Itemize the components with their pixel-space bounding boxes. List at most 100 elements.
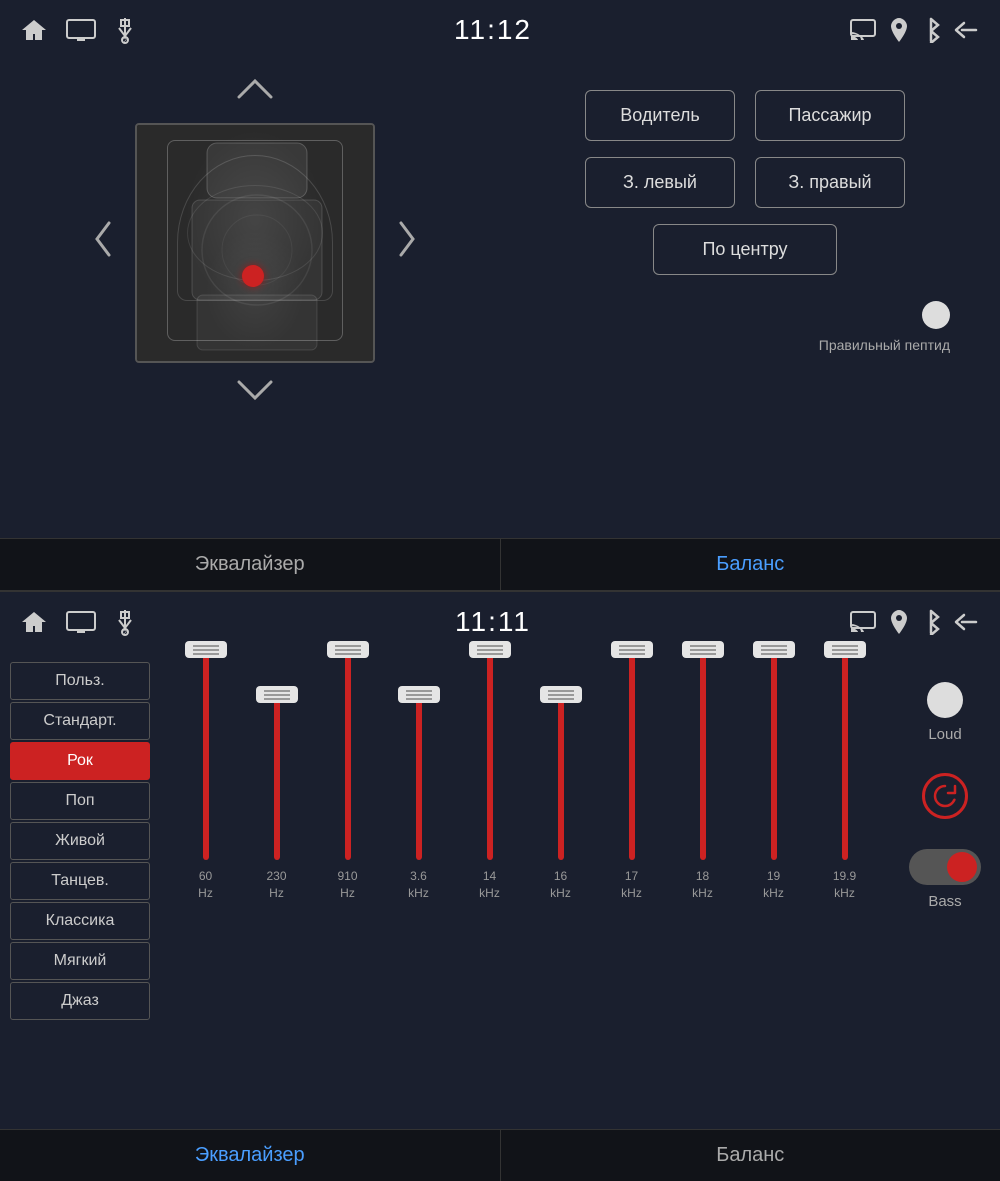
slider-knob-199khz[interactable] xyxy=(824,641,866,658)
driver-btn[interactable]: Водитель xyxy=(585,90,735,141)
tab-balance-bottom[interactable]: Баланс xyxy=(501,1130,1000,1181)
svg-text:2: 2 xyxy=(123,38,127,44)
loud-control: Loud xyxy=(927,682,963,743)
tab-balance-top[interactable]: Баланс xyxy=(501,539,1000,590)
svg-text:2: 2 xyxy=(123,630,127,636)
tab-balance-bottom-label: Баланс xyxy=(716,1144,784,1167)
preset-standard[interactable]: Стандарт. xyxy=(10,702,150,740)
slider-track-16khz[interactable] xyxy=(558,695,564,860)
freq-label-910hz: 910Hz xyxy=(337,868,357,902)
slider-knob-14khz[interactable] xyxy=(469,641,511,658)
reset-button[interactable] xyxy=(922,773,968,819)
seat-image-row xyxy=(81,123,429,363)
freq-label-18khz: 18kHz xyxy=(692,868,713,902)
slider-230hz: 230Hz xyxy=(249,695,305,902)
slider-knob-16khz[interactable] xyxy=(540,686,582,703)
slider-36khz: 3.6kHz xyxy=(391,695,447,902)
freq-label-19khz: 19kHz xyxy=(763,868,784,902)
bass-toggle[interactable] xyxy=(909,849,981,885)
usb-icon-2[interactable]: 2 xyxy=(114,608,136,636)
preset-dance[interactable]: Танцев. xyxy=(10,862,150,900)
slider-knob-17khz[interactable] xyxy=(611,641,653,658)
screen-icon-2[interactable] xyxy=(66,611,96,633)
back-icon-2[interactable] xyxy=(954,611,980,633)
seat-position-dot xyxy=(242,265,264,287)
freq-label-14khz: 14kHz xyxy=(479,868,500,902)
slider-knob-230hz[interactable] xyxy=(256,686,298,703)
bottom-status-left: 2 xyxy=(20,608,136,636)
rear-left-btn[interactable]: З. левый xyxy=(585,157,735,208)
eq-sliders: 60Hz 230Hz 910Hz xyxy=(160,662,890,1119)
sliders-wrapper: 60Hz 230Hz 910Hz xyxy=(170,662,880,902)
loud-toggle[interactable] xyxy=(927,682,963,718)
bottom-panel: 2 11:11 xyxy=(0,590,1000,1181)
center-btn[interactable]: По центру xyxy=(653,224,836,275)
slider-knob-60hz[interactable] xyxy=(185,641,227,658)
slider-knob-36khz[interactable] xyxy=(398,686,440,703)
chevron-up-btn[interactable] xyxy=(215,70,295,115)
slider-track-14khz[interactable] xyxy=(487,650,493,860)
top-panel: 2 11:12 xyxy=(0,0,1000,590)
arrow-left-btn[interactable] xyxy=(81,213,125,274)
back-icon[interactable] xyxy=(954,19,980,41)
top-main-content: Водитель Пассажир З. левый З. правый По … xyxy=(0,60,1000,426)
seat-controls: Водитель Пассажир З. левый З. правый По … xyxy=(520,70,970,416)
seat-image xyxy=(135,123,375,363)
loud-label: Loud xyxy=(928,726,961,743)
slider-track-199khz[interactable] xyxy=(842,650,848,860)
usb-icon[interactable]: 2 xyxy=(114,16,136,44)
bluetooth-icon[interactable] xyxy=(922,17,940,43)
freq-label-17khz: 17kHz xyxy=(621,868,642,902)
slider-910hz: 910Hz xyxy=(320,650,376,902)
home-icon[interactable] xyxy=(20,18,48,42)
slider-track-19khz[interactable] xyxy=(771,650,777,860)
bluetooth-icon-2[interactable] xyxy=(922,609,940,635)
toggle-label: Правильный пептид xyxy=(819,337,950,353)
slider-knob-910hz[interactable] xyxy=(327,641,369,658)
eq-right-controls: Loud Bass xyxy=(890,662,1000,1119)
status-right-icons xyxy=(850,17,980,43)
slider-track-60hz[interactable] xyxy=(203,650,209,860)
home-icon-2[interactable] xyxy=(20,610,48,634)
slider-track-230hz[interactable] xyxy=(274,695,280,860)
slider-track-17khz[interactable] xyxy=(629,650,635,860)
preset-live[interactable]: Живой xyxy=(10,822,150,860)
slider-knob-19khz[interactable] xyxy=(753,641,795,658)
slider-knob-18khz[interactable] xyxy=(682,641,724,658)
tab-equalizer-bottom[interactable]: Эквалайзер xyxy=(0,1130,501,1181)
bass-control: Bass xyxy=(909,849,981,910)
slider-199khz: 19.9kHz xyxy=(817,650,873,902)
location-icon[interactable] xyxy=(890,17,908,43)
slider-19khz: 19kHz xyxy=(746,650,802,902)
screen-icon[interactable] xyxy=(66,19,96,41)
bass-toggle-dot xyxy=(947,852,977,882)
bottom-status-right xyxy=(850,609,980,635)
toggle-dot[interactable] xyxy=(922,301,950,329)
status-left-icons: 2 xyxy=(20,16,136,44)
preset-jazz[interactable]: Джаз xyxy=(10,982,150,1020)
slider-track-18khz[interactable] xyxy=(700,650,706,860)
freq-label-16khz: 16kHz xyxy=(550,868,571,902)
top-time: 11:12 xyxy=(454,14,532,46)
preset-user[interactable]: Польз. xyxy=(10,662,150,700)
preset-soft[interactable]: Мягкий xyxy=(10,942,150,980)
chevron-down-btn[interactable] xyxy=(215,371,295,416)
preset-classic[interactable]: Классика xyxy=(10,902,150,940)
slider-track-910hz[interactable] xyxy=(345,650,351,860)
bass-label: Bass xyxy=(928,893,961,910)
cast-icon[interactable] xyxy=(850,19,876,41)
seat-btn-row-3: По центру xyxy=(653,224,836,275)
top-tab-bar: Эквалайзер Баланс xyxy=(0,538,1000,590)
preset-rock[interactable]: Рок xyxy=(10,742,150,780)
preset-pop[interactable]: Поп xyxy=(10,782,150,820)
slider-track-36khz[interactable] xyxy=(416,695,422,860)
seat-btn-row-1: Водитель Пассажир xyxy=(585,90,905,141)
passenger-btn[interactable]: Пассажир xyxy=(755,90,905,141)
eq-presets: Польз. Стандарт. Рок Поп Живой Танцев. К… xyxy=(0,662,160,1119)
cast-icon-2[interactable] xyxy=(850,611,876,633)
slider-17khz: 17kHz xyxy=(604,650,660,902)
location-icon-2[interactable] xyxy=(890,609,908,635)
rear-right-btn[interactable]: З. правый xyxy=(755,157,905,208)
tab-equalizer-top[interactable]: Эквалайзер xyxy=(0,539,501,590)
arrow-right-btn[interactable] xyxy=(385,213,429,274)
